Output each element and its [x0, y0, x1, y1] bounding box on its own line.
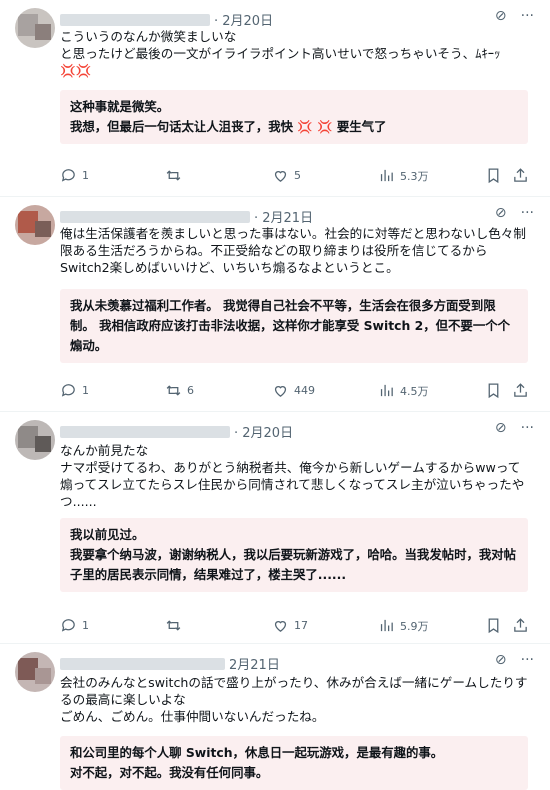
bookmark-button[interactable]	[485, 382, 502, 399]
like-icon	[274, 171, 287, 182]
bookmark-icon	[488, 168, 499, 184]
post-header: · 2月21日	[60, 207, 313, 226]
post[interactable]: · 2月20日 ⊘ ··· こういうのなんか微笑ましいな と思ったけど最後の一文が…	[0, 0, 550, 195]
post[interactable]: 2月21日 ⊘ ··· 会社のみんなとswitchの話で盛り上がったり、休みが合え…	[0, 644, 550, 790]
avatar[interactable]	[15, 8, 55, 48]
translation-box: 这种事就是微笑。 我想，但最后一句话太让人沮丧了，我快 💢 💢 要生气了	[60, 90, 528, 144]
like-count: 17	[294, 619, 308, 632]
retweet-button[interactable]	[165, 167, 187, 184]
header-icons: ⊘ ···	[495, 205, 534, 221]
more-icon[interactable]: ···	[521, 8, 534, 24]
username-blurred[interactable]	[60, 210, 250, 223]
post-text: こういうのなんか微笑ましいな と思ったけど最後の一文がイライラポイント高いせいで…	[60, 29, 501, 78]
share-button[interactable]	[512, 617, 529, 634]
post-date[interactable]: · 2月20日	[234, 426, 293, 441]
share-icon	[514, 168, 527, 182]
views-icon	[380, 384, 393, 397]
like-count: 449	[294, 384, 315, 397]
like-button[interactable]: 5	[272, 167, 301, 184]
post-date[interactable]: · 2月21日	[254, 211, 313, 226]
views-button[interactable]: 5.9万	[378, 617, 429, 634]
views-count: 5.9万	[400, 619, 429, 633]
like-button[interactable]: 449	[272, 382, 315, 399]
bookmark-icon	[488, 383, 499, 399]
username-blurred[interactable]	[60, 657, 225, 670]
like-icon	[274, 621, 287, 632]
action-bar: 1 17 5.9万	[60, 617, 530, 637]
post[interactable]: · 2月20日 ⊘ ··· なんか前見たな ナマポ受けてるわ、ありがとう納税者共、…	[0, 412, 550, 642]
post-date[interactable]: 2月21日	[229, 658, 280, 673]
share-icon	[514, 383, 527, 397]
views-icon	[380, 169, 393, 182]
post-text: 会社のみんなとswitchの話で盛り上がったり、休みが合えば一緒にゲームしたりす…	[60, 675, 528, 724]
translation-box: 和公司里的每个人聊 Switch，休息日一起玩游戏，是最有趣的事。 对不起，对不…	[60, 736, 528, 790]
retweet-icon	[166, 385, 181, 396]
like-icon	[274, 386, 287, 397]
retweet-button[interactable]: 6	[165, 382, 194, 399]
reply-button[interactable]: 1	[60, 382, 89, 399]
reply-icon	[61, 384, 75, 397]
more-icon[interactable]: ···	[521, 205, 534, 221]
username-blurred[interactable]	[60, 13, 210, 26]
share-button[interactable]	[512, 382, 529, 399]
views-count: 5.3万	[400, 169, 429, 183]
avatar[interactable]	[15, 205, 55, 245]
like-count: 5	[294, 169, 301, 182]
bookmark-button[interactable]	[485, 167, 502, 184]
views-count: 4.5万	[400, 384, 429, 398]
grok-icon[interactable]: ⊘	[495, 652, 507, 668]
reply-count: 1	[82, 619, 89, 632]
grok-icon[interactable]: ⊘	[495, 8, 507, 24]
views-button[interactable]: 4.5万	[378, 382, 429, 399]
avatar[interactable]	[15, 420, 55, 460]
retweet-icon	[166, 620, 181, 631]
reply-count: 1	[82, 384, 89, 397]
header-icons: ⊘ ···	[495, 420, 534, 436]
translation-box: 我从未羡慕过福利工作者。 我觉得自己社会不平等，生活会在很多方面受到限制。 我相…	[60, 289, 528, 363]
reply-icon	[61, 169, 75, 182]
header-icons: ⊘ ···	[495, 652, 534, 668]
post-text: 俺は生活保護者を羨ましいと思った事はない。社会的に対等だと思わないし色々制限ある…	[60, 226, 526, 275]
post-text: なんか前見たな ナマポ受けてるわ、ありがとう納税者共、俺今から新しいゲームするか…	[60, 443, 525, 509]
post-date[interactable]: · 2月20日	[214, 14, 273, 29]
post-header: · 2月20日	[60, 10, 273, 29]
action-bar: 1 5 5.3万	[60, 167, 530, 187]
username-blurred[interactable]	[60, 425, 230, 438]
bookmark-button[interactable]	[485, 617, 502, 634]
retweet-icon	[166, 170, 181, 181]
share-icon	[514, 618, 527, 632]
post-header: 2月21日	[60, 654, 280, 673]
like-button[interactable]: 17	[272, 617, 308, 634]
more-icon[interactable]: ···	[521, 652, 534, 668]
retweet-button[interactable]	[165, 617, 187, 634]
post-header: · 2月20日	[60, 422, 293, 441]
grok-icon[interactable]: ⊘	[495, 420, 507, 436]
reply-button[interactable]: 1	[60, 617, 89, 634]
avatar[interactable]	[15, 652, 55, 692]
action-bar: 1 6 449 4.5万	[60, 382, 530, 402]
share-button[interactable]	[512, 167, 529, 184]
post[interactable]: · 2月21日 ⊘ ··· 俺は生活保護者を羨ましいと思った事はない。社会的に対等…	[0, 197, 550, 410]
retweet-count: 6	[187, 384, 194, 397]
translation-box: 我以前见过。 我要拿个纳马波，谢谢纳税人，我以后要玩新游戏了，哈哈。当我发帖时，…	[60, 518, 528, 592]
reply-button[interactable]: 1	[60, 167, 89, 184]
views-icon	[380, 619, 393, 632]
more-icon[interactable]: ···	[521, 420, 534, 436]
reply-icon	[61, 619, 75, 632]
reply-count: 1	[82, 169, 89, 182]
grok-icon[interactable]: ⊘	[495, 205, 507, 221]
header-icons: ⊘ ···	[495, 8, 534, 24]
views-button[interactable]: 5.3万	[378, 167, 429, 184]
bookmark-icon	[488, 618, 499, 634]
